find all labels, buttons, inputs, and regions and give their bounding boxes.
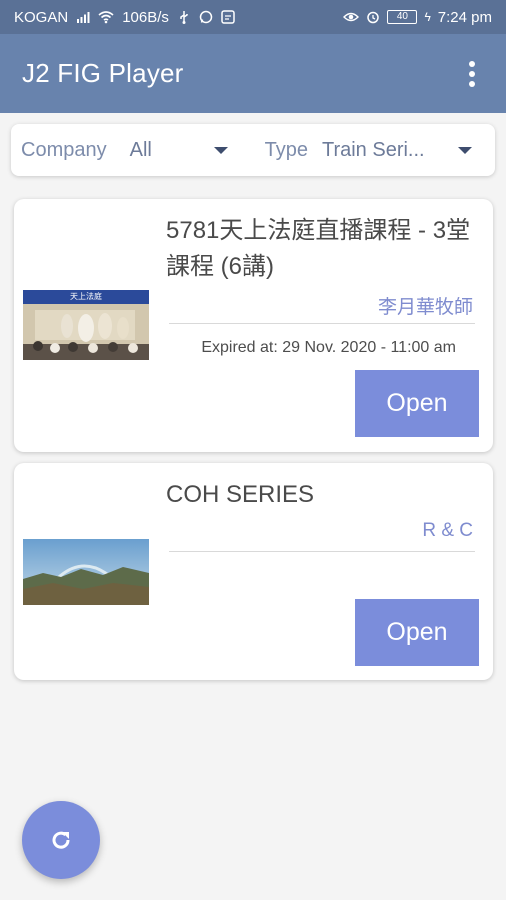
course-author: R & C bbox=[422, 520, 473, 541]
divider bbox=[169, 551, 475, 552]
course-card: 天上法庭 5781天上法庭直播課程 - 3堂課程 (6講) 李月華牧師 Expi… bbox=[14, 199, 493, 452]
company-selected-value: All bbox=[129, 138, 152, 161]
clock-time: 7:24 pm bbox=[437, 8, 492, 26]
open-button[interactable]: Open bbox=[355, 370, 479, 437]
filter-bar: Company All Type Train Seri... bbox=[11, 124, 495, 176]
company-dropdown[interactable]: All bbox=[130, 139, 228, 162]
company-label: Company bbox=[21, 138, 107, 161]
course-thumbnail: 天上法庭 bbox=[23, 290, 149, 360]
usb-icon bbox=[180, 11, 188, 24]
thumbnail-caption: 天上法庭 bbox=[70, 292, 102, 301]
wifi-icon bbox=[98, 11, 114, 24]
carrier-name: KOGAN bbox=[14, 8, 69, 26]
divider bbox=[169, 323, 475, 324]
signal-icon bbox=[77, 12, 90, 23]
status-bar: KOGAN 106B/s 40 ϟ 7:24 pm bbox=[0, 0, 506, 34]
network-speed: 106B/s bbox=[122, 8, 169, 26]
type-dropdown[interactable]: Train Seri... bbox=[322, 139, 472, 162]
course-card: COH SERIES R & C Open bbox=[14, 463, 493, 680]
type-label: Type bbox=[264, 138, 308, 161]
app-bar: J2 FIG Player bbox=[0, 34, 506, 113]
course-title: COH SERIES bbox=[166, 481, 315, 508]
app-title: J2 FIG Player bbox=[22, 58, 184, 88]
alarm-icon bbox=[367, 11, 380, 24]
open-button[interactable]: Open bbox=[355, 599, 479, 666]
course-thumbnail bbox=[23, 539, 149, 605]
chevron-down-icon bbox=[457, 146, 472, 154]
eye-icon bbox=[343, 12, 360, 22]
refresh-button[interactable] bbox=[22, 801, 100, 879]
more-vert-icon[interactable] bbox=[460, 54, 484, 94]
course-title: 5781天上法庭直播課程 - 3堂課程 (6講) bbox=[166, 217, 471, 280]
type-selected-value: Train Seri... bbox=[321, 138, 425, 161]
expiry-date: Expired at: 29 Nov. 2020 - 11:00 am bbox=[201, 339, 456, 356]
refresh-icon bbox=[52, 831, 70, 849]
whatsapp-icon bbox=[199, 10, 213, 24]
charging-icon: ϟ bbox=[424, 10, 431, 24]
chevron-down-icon bbox=[213, 146, 228, 154]
message-icon bbox=[221, 10, 235, 24]
battery-icon: 40 bbox=[387, 10, 418, 24]
course-author: 李月華牧師 bbox=[377, 297, 473, 318]
